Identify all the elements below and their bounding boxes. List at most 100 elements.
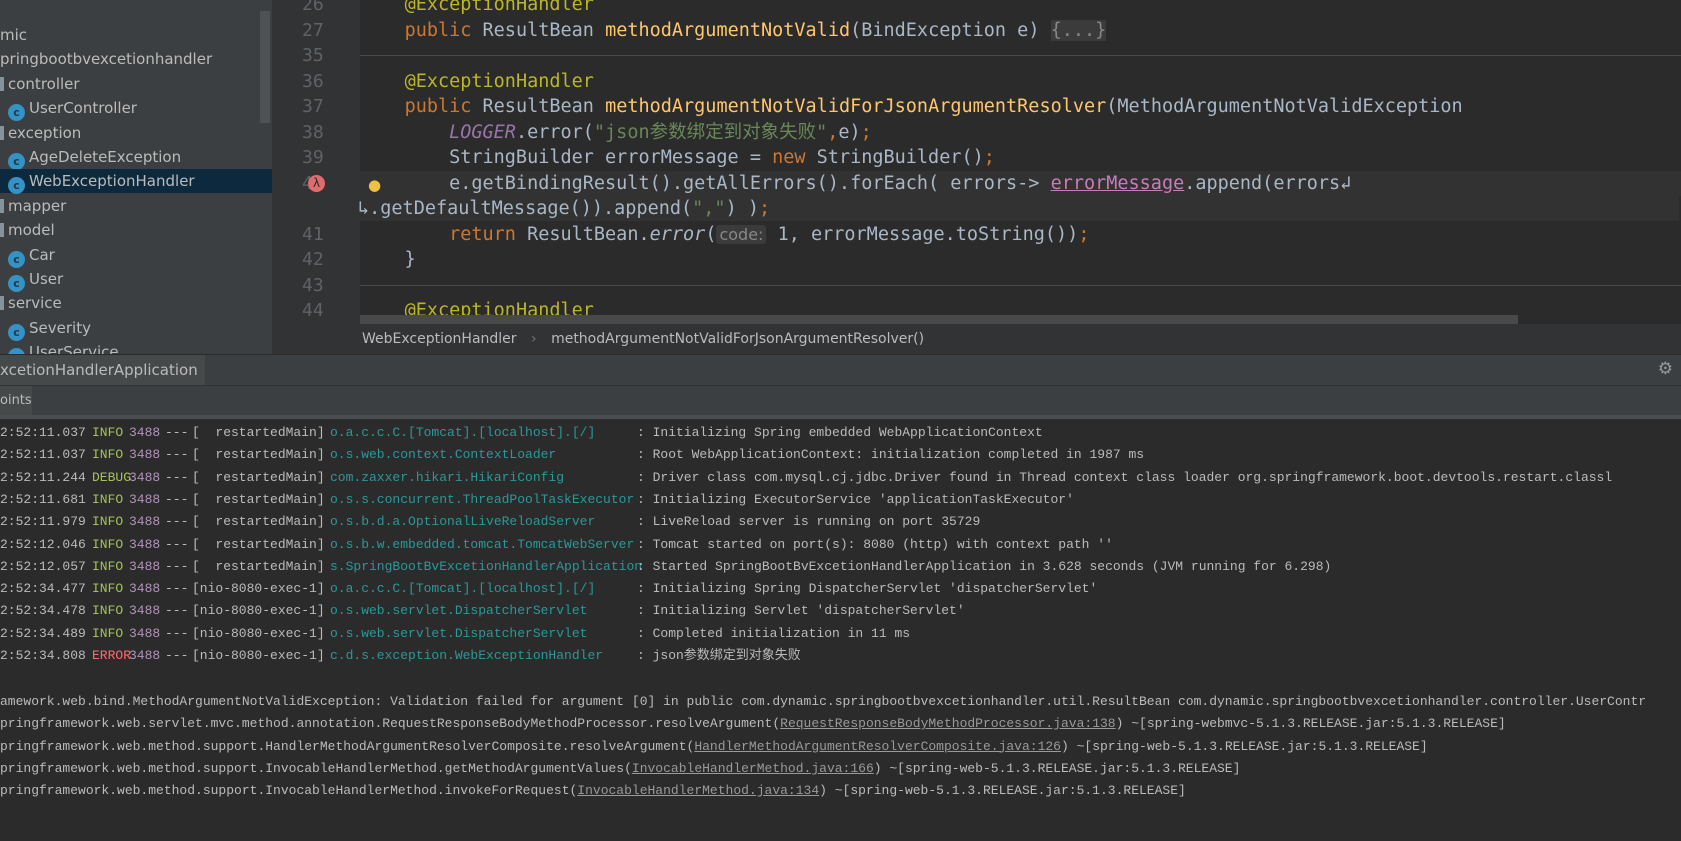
code-line[interactable]: return ResultBean.error(code: 1, errorMe… — [360, 222, 1681, 247]
trace-jar: ) ~[spring-webmvc-5.1.3.RELEASE.jar:5.1.… — [1115, 716, 1506, 732]
breadcrumb-separator: › — [531, 331, 537, 347]
log-level: INFO — [92, 425, 124, 440]
line-number: 35 — [302, 45, 324, 66]
trace-text: pringframework.web.method.support.Invoca… — [0, 783, 578, 799]
tree-item[interactable]: cUserService — [0, 340, 272, 354]
log-time: 2:52:11.979 — [0, 514, 86, 530]
tree-item-label: model — [8, 221, 55, 240]
tree-item[interactable]: exception — [0, 121, 272, 145]
code-token: .error( — [515, 121, 594, 143]
trace-jar: ) ~[spring-web-5.1.3.RELEASE.jar:5.1.3.R… — [1061, 738, 1428, 754]
tree-item-label: mic — [0, 26, 28, 44]
log-line: 2:52:12.057 INFO 3488 ---[ restartedMain] s.… — [0, 556, 1681, 578]
scrollbar[interactable] — [260, 11, 270, 123]
horizontal-scrollbar[interactable] — [360, 315, 1518, 324]
tree-item[interactable]: model — [0, 218, 272, 242]
stack-trace-line: pringframework.web.method.support.Invoca… — [0, 758, 1681, 780]
log-line: 2:52:34.478 INFO 3488 --- [nio-8080-exec-1] o… — [0, 600, 1681, 622]
code-token: } — [360, 249, 416, 270]
code-line[interactable]: } — [360, 247, 1681, 272]
log-logger: o.s.s.concurrent.ThreadPoolTaskExecutor — [330, 491, 635, 507]
log-sep: --- — [165, 469, 189, 485]
source-link[interactable]: InvocableHandlerMethod.java:134 — [577, 783, 819, 798]
log-level: INFO — [92, 447, 124, 463]
source-link[interactable]: InvocableHandlerMethod.java:166 — [632, 761, 874, 776]
source-link[interactable]: RequestResponseBodyMethodProcessor.java:… — [780, 716, 1115, 731]
trace-jar: ) ~[spring-web-5.1.3.RELEASE.jar:5.1.3.R… — [819, 783, 1186, 799]
code-line[interactable]: @ExceptionHandler — [360, 69, 1681, 94]
log-line: 2:52:34.808 ERROR 3488 --- [nio-8080-exec-1]… — [0, 645, 1681, 667]
log-line: 2:52:11.037 INFO 3488 ---[ restartedMain] o.… — [0, 444, 1681, 466]
log-message: : Tomcat started on port(s): 8080 (http)… — [637, 536, 1113, 552]
log-logger: o.a.c.c.C.[Tomcat].[localhost].[/] — [330, 581, 596, 597]
tree-item[interactable]: c WebExceptionHandler — [0, 169, 272, 195]
code-editor[interactable]: 262735363738394041424344λ @ExceptionHand… — [272, 0, 1681, 324]
tree-item-label: Car — [29, 245, 55, 264]
source-link[interactable]: HandlerMethodArgumentResolverComposite.j… — [694, 739, 1061, 754]
log-pid: 3488 — [129, 469, 161, 485]
code-token: error — [649, 223, 706, 245]
log-logger: o.s.web.context.ContextLoader — [330, 447, 557, 463]
tree-item[interactable]: service — [0, 291, 272, 315]
line-number: 41 — [302, 223, 324, 245]
code-line[interactable]: @ExceptionHandler — [360, 0, 1681, 17]
tree-item-label: User — [29, 270, 64, 288]
code-token: code: — [716, 224, 767, 244]
log-thread: [ restartedMain] — [192, 447, 325, 463]
tree-item-label: exception — [8, 123, 82, 142]
log-thread: [ restartedMain] — [192, 491, 325, 507]
code-line[interactable]: e.getBindingResult().getAllErrors().forE… — [360, 170, 1681, 196]
code-line[interactable]: StringBuilder errorMessage = new StringB… — [360, 145, 1681, 170]
trace-text: pringframework.web.method.support.Invoca… — [0, 760, 632, 776]
class-icon: c — [8, 153, 25, 170]
log-sep: --- — [165, 581, 189, 597]
log-message: : LiveReload server is running on port 3… — [637, 514, 981, 530]
breadcrumb-method[interactable]: methodArgumentNotValidForJsonArgumentRes… — [551, 331, 924, 347]
log-pid: 3488 — [129, 514, 161, 530]
log-message: : Initializing Spring embedded WebApplic… — [637, 425, 1043, 440]
run-config-tab[interactable]: xcetionHandlerApplication × — [0, 355, 205, 385]
log-level: INFO — [92, 536, 124, 552]
code-token: public — [404, 19, 483, 41]
tree-item[interactable]: controller — [0, 72, 272, 96]
tree-item[interactable]: mapper — [0, 194, 272, 218]
log-message: : json参数绑定到对象失败 — [637, 648, 801, 663]
class-icon: c — [8, 250, 25, 268]
tree-item[interactable]: c User — [0, 267, 272, 292]
tree-item[interactable]: pringbootbvexcetionhandler — [0, 47, 272, 71]
code-token: @ExceptionHandler — [404, 0, 594, 15]
code-line[interactable]: public ResultBean methodArgumentNotValid… — [360, 94, 1681, 119]
log-thread: [nio-8080-exec-1] — [192, 581, 325, 597]
tree-item-label: service — [8, 294, 62, 313]
log-sep: --- — [165, 447, 189, 463]
lambda-gutter-icon[interactable]: λ — [308, 175, 325, 192]
code-token: "json参数绑定到对象失败" — [593, 121, 828, 143]
tree-item[interactable]: c Car — [0, 243, 272, 268]
code-line[interactable]: LOGGER.error("json参数绑定到对象失败",e); — [360, 120, 1681, 145]
code-line[interactable]: ↳.getDefaultMessage()).append(",") ); — [358, 196, 1679, 221]
tree-item[interactable]: c AgeDeleteException — [0, 145, 272, 170]
line-number: 36 — [302, 70, 324, 92]
breadcrumb-class[interactable]: WebExceptionHandler — [362, 331, 517, 347]
endpoints-tab[interactable]: oints — [0, 386, 32, 416]
tree-item[interactable]: c UserController — [0, 96, 272, 122]
log-thread: [nio-8080-exec-1] — [192, 603, 325, 619]
code-token: methodArgumentNotValid — [605, 19, 851, 41]
tree-item-label: WebExceptionHandler — [29, 172, 195, 191]
code-token: ; — [983, 147, 995, 168]
code-line[interactable]: public ResultBean methodArgumentNotValid… — [360, 18, 1681, 43]
project-tree: mic pringbootbvexcetionhandler controller c… — [0, 0, 272, 354]
lightbulb-icon[interactable]: ● — [368, 176, 381, 194]
log-pid: 3488 — [129, 425, 161, 440]
code-token: e.getBindingResult().getAllErrors().forE… — [360, 172, 1051, 194]
log-line: 2:52:11.244 DEBUG 3488 ---[ restartedMain] c… — [0, 467, 1681, 489]
tree-item[interactable]: c Severity — [0, 316, 272, 341]
log-time: 2:52:11.037 — [0, 447, 86, 463]
tree-item[interactable]: mic — [0, 23, 272, 47]
console-output[interactable]: 2:52:11.037 INFO 3488 ---[ restartedMain] o.… — [0, 415, 1681, 841]
code-token: @ExceptionHandler — [404, 70, 594, 92]
log-thread: [ restartedMain] — [192, 558, 325, 574]
gear-icon[interactable]: ⚙ — [1658, 359, 1673, 379]
